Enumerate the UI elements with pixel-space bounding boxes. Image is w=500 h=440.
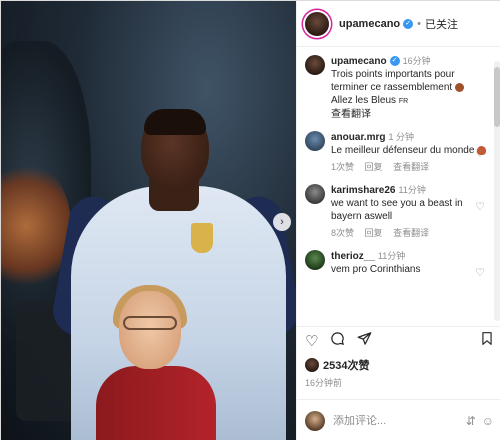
avatar[interactable] xyxy=(305,131,325,151)
translate-link[interactable]: 查看翻译 xyxy=(393,162,429,172)
translate-link[interactable]: 查看翻译 xyxy=(393,228,429,238)
post-modal: › upamecano ✓ • 已关注 upamecano ✓ 16分钟 Trois… xyxy=(0,0,500,440)
comment-time: 11分钟 xyxy=(398,185,426,195)
post-author-username[interactable]: upamecano xyxy=(339,18,400,30)
photo-rooster-crest xyxy=(191,223,213,253)
avatar[interactable] xyxy=(305,184,325,204)
share-icon[interactable] xyxy=(357,331,372,350)
separator-dot: • xyxy=(417,17,421,30)
photo-player-hair xyxy=(144,109,206,135)
comment-username[interactable]: anouar.mrg xyxy=(331,132,385,143)
caption-translate-link[interactable]: 查看翻译 xyxy=(331,108,489,121)
caption-username[interactable]: upamecano xyxy=(331,56,387,67)
comment-likes[interactable]: 1次赞 xyxy=(331,162,354,172)
reply-button[interactable]: 回复 xyxy=(365,162,383,172)
avatar xyxy=(305,358,319,372)
likes-count[interactable]: 2534次赞 xyxy=(305,357,369,373)
emoji-icon[interactable]: ☺ xyxy=(482,414,494,428)
photo-child-face xyxy=(119,291,181,369)
comment-time: 1 分钟 xyxy=(388,132,414,142)
comment-username[interactable]: therioz__ xyxy=(331,251,375,262)
comment-icon[interactable] xyxy=(330,331,345,350)
avatar xyxy=(305,410,325,431)
photo-child-glasses xyxy=(123,316,177,330)
list-item: anouar.mrg 1 分钟 Le meilleur défenseur du … xyxy=(297,125,497,178)
sort-icon[interactable]: ⇵ xyxy=(466,414,476,428)
comments-list[interactable]: upamecano ✓ 16分钟 Trois points importants p… xyxy=(297,49,497,321)
scrollbar-thumb[interactable] xyxy=(494,67,500,127)
follow-status-button[interactable]: 已关注 xyxy=(425,16,458,32)
heart-icon[interactable]: ♡ xyxy=(475,266,485,279)
comment-input[interactable] xyxy=(333,414,448,427)
comment-text: Le meilleur défenseur du monde xyxy=(331,144,489,157)
post-actions-bar: ♡ xyxy=(297,326,500,354)
reply-button[interactable]: 回复 xyxy=(365,228,383,238)
comment-meta: 1次赞 回复 查看翻译 xyxy=(331,161,489,174)
caption-text: Trois points importants pour terminer ce… xyxy=(331,68,489,94)
comment-text: we want to see you a beast in bayern asw… xyxy=(331,198,463,222)
comment-text: vem pro Corinthians xyxy=(331,264,421,275)
verified-badge-icon: ✓ xyxy=(403,18,414,29)
heart-icon[interactable]: ♡ xyxy=(475,147,485,160)
avatar[interactable] xyxy=(305,250,325,270)
caption-time: 16分钟 xyxy=(402,56,431,66)
post-timestamp: 16分钟前 xyxy=(305,378,343,388)
avatar[interactable] xyxy=(305,11,329,36)
list-item: karimshare26 11分钟 we want to see you a be… xyxy=(297,178,497,244)
chevron-right-icon[interactable]: › xyxy=(273,213,291,231)
caption-item: upamecano ✓ 16分钟 Trois points importants p… xyxy=(297,49,497,125)
photo-child-shirt xyxy=(96,366,216,440)
heart-icon[interactable]: ♡ xyxy=(305,332,318,350)
post-photo: › xyxy=(1,1,296,440)
comment-likes[interactable]: 8次赞 xyxy=(331,228,354,238)
list-item: therioz__ 11分钟 vem pro Corinthians ♡ xyxy=(297,244,497,280)
bookmark-icon[interactable] xyxy=(480,331,494,350)
avatar[interactable] xyxy=(305,55,325,75)
post-header: upamecano ✓ • 已关注 xyxy=(297,1,500,47)
heart-icon[interactable]: ♡ xyxy=(475,200,485,213)
verified-badge-icon: ✓ xyxy=(389,56,400,67)
caption-text-line2: Allez les Bleus FR xyxy=(331,95,409,106)
france-flag-icon: FR xyxy=(398,98,409,105)
post-side-panel: upamecano ✓ • 已关注 upamecano ✓ 16分钟 Trois p… xyxy=(296,1,500,440)
comments-scrollbar[interactable] xyxy=(494,61,500,321)
comment-composer: ⇵ ☺ xyxy=(297,399,500,440)
likes-count-text[interactable]: 2534次赞 xyxy=(323,357,369,373)
comment-meta: 8次赞 回复 查看翻译 xyxy=(331,227,489,240)
football-emoji-icon xyxy=(454,82,464,92)
comment-time: 11分钟 xyxy=(377,251,406,261)
comment-username[interactable]: karimshare26 xyxy=(331,185,396,196)
